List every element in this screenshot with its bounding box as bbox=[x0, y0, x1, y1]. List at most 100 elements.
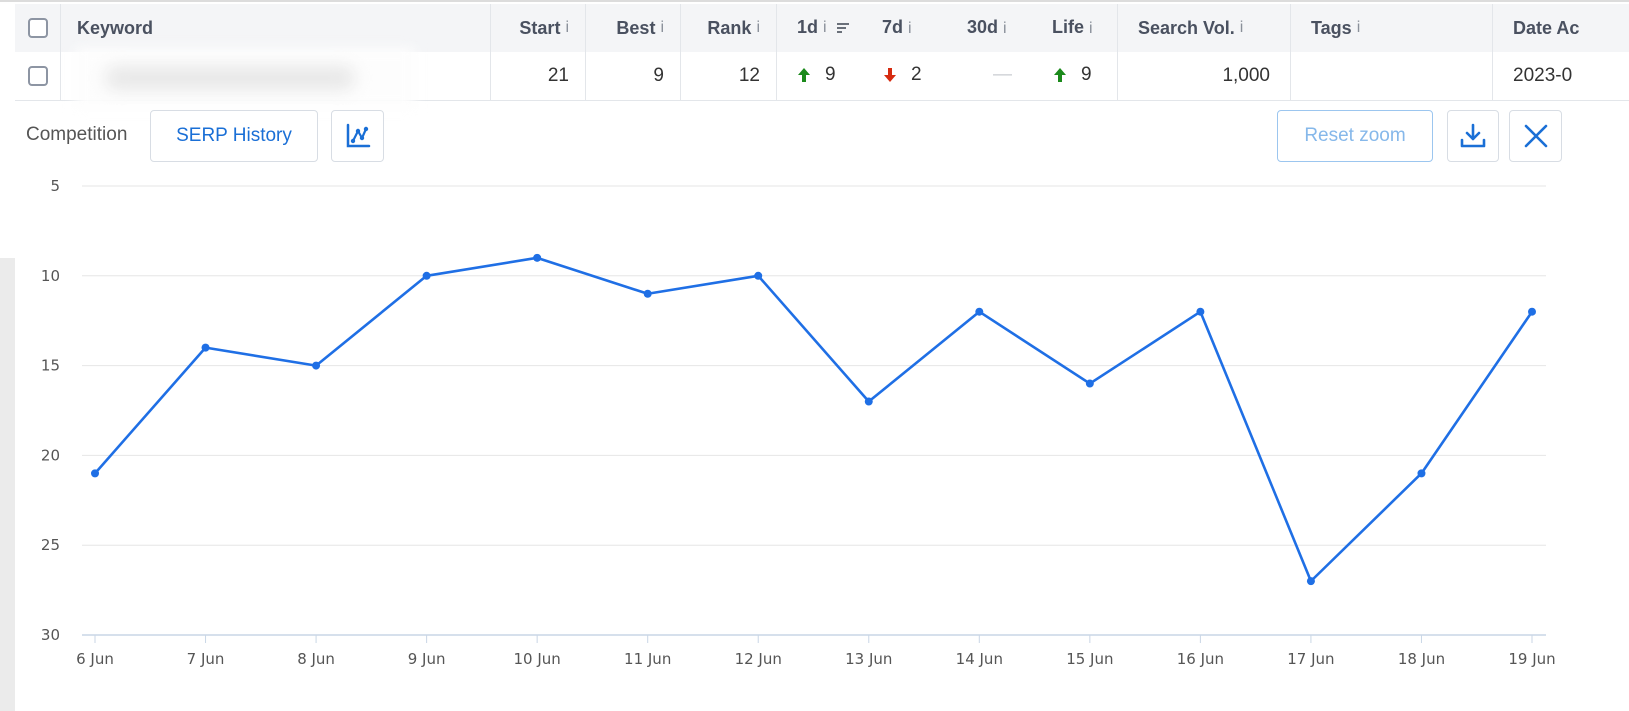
tags-cell[interactable] bbox=[1291, 52, 1493, 100]
data-point[interactable] bbox=[864, 397, 873, 406]
header-life[interactable]: Life i bbox=[1052, 17, 1093, 38]
x-tick-label: 17 Jun bbox=[1287, 650, 1334, 668]
x-tick-label: 7 Jun bbox=[187, 650, 225, 668]
header-7d[interactable]: 7d i bbox=[882, 17, 912, 38]
header-search-vol-label: Search Vol. bbox=[1138, 17, 1235, 38]
keyword-table: Keyword Start i Best i Rank i 1d i 7d i 30d i bbox=[15, 4, 1629, 108]
row-checkbox-cell bbox=[15, 52, 61, 100]
info-icon[interactable]: i bbox=[1089, 20, 1093, 37]
header-1d[interactable]: 1d i bbox=[797, 17, 849, 38]
table-header-row: Keyword Start i Best i Rank i 1d i 7d i 30d i bbox=[15, 4, 1629, 53]
data-point[interactable] bbox=[533, 253, 542, 262]
y-tick-label: 5 bbox=[50, 177, 60, 195]
select-all-checkbox[interactable] bbox=[27, 18, 48, 38]
data-point[interactable] bbox=[1528, 307, 1536, 316]
delta-1d-value: 9 bbox=[825, 64, 836, 85]
chart-line-icon bbox=[346, 123, 370, 148]
x-tick-label: 6 Jun bbox=[76, 650, 114, 668]
data-point[interactable] bbox=[754, 271, 763, 280]
x-tick-label: 13 Jun bbox=[845, 650, 892, 668]
header-7d-label: 7d bbox=[882, 17, 904, 37]
x-tick-label: 15 Jun bbox=[1066, 650, 1113, 668]
header-1d-label: 1d bbox=[797, 17, 819, 37]
data-point[interactable] bbox=[1085, 379, 1094, 388]
rank-line bbox=[94, 256, 1534, 583]
x-tick-label: 9 Jun bbox=[408, 650, 446, 668]
header-search-vol[interactable]: Search Vol. i bbox=[1118, 4, 1291, 52]
delta-1d: 9 bbox=[797, 64, 836, 86]
close-button[interactable] bbox=[1509, 110, 1562, 162]
delta-life-value: 9 bbox=[1081, 64, 1092, 85]
info-icon[interactable]: i bbox=[756, 19, 760, 37]
info-icon[interactable]: i bbox=[1357, 19, 1361, 37]
info-icon[interactable]: i bbox=[823, 19, 827, 37]
header-keyword-label: Keyword bbox=[77, 17, 154, 38]
header-30d-label: 30d bbox=[967, 17, 999, 37]
arrow-down-icon bbox=[884, 68, 896, 82]
x-tick-label: 10 Jun bbox=[514, 650, 561, 668]
data-point[interactable] bbox=[1417, 469, 1426, 478]
info-icon[interactable]: i bbox=[1003, 20, 1007, 37]
header-date-added[interactable]: Date Ac bbox=[1493, 4, 1629, 52]
header-start-label: Start bbox=[519, 17, 561, 38]
serp-history-button[interactable]: SERP History bbox=[150, 110, 318, 162]
keyword-redacted-text bbox=[105, 66, 355, 90]
x-tick-label: 19 Jun bbox=[1508, 650, 1555, 668]
header-life-label: Life bbox=[1052, 17, 1085, 37]
arrow-up-icon bbox=[798, 68, 810, 82]
delta-life: 9 bbox=[1053, 64, 1092, 86]
data-point[interactable] bbox=[643, 289, 652, 298]
header-best[interactable]: Best i bbox=[586, 4, 681, 52]
info-icon[interactable]: i bbox=[660, 19, 664, 37]
info-icon[interactable]: i bbox=[1240, 19, 1244, 37]
info-icon[interactable]: i bbox=[565, 19, 569, 37]
data-point[interactable] bbox=[312, 361, 321, 370]
header-checkbox-cell bbox=[15, 4, 61, 52]
x-tick-label: 18 Jun bbox=[1398, 650, 1445, 668]
arrow-up-icon bbox=[1054, 68, 1066, 82]
delta-7d: 2 bbox=[883, 64, 922, 86]
sort-icon[interactable] bbox=[836, 22, 849, 34]
data-point[interactable] bbox=[1306, 577, 1315, 586]
top-border bbox=[0, 0, 1629, 2]
data-point[interactable] bbox=[91, 469, 99, 478]
search-vol-cell: 1,000 bbox=[1118, 52, 1291, 100]
header-best-label: Best bbox=[616, 17, 656, 38]
reset-zoom-button[interactable]: Reset zoom bbox=[1277, 110, 1433, 162]
serp-history-chart[interactable]: 5 10 15 20 25 30 6 Jun 7 Jun 8 Jun 9 Jun 10 Jun 11 … bbox=[0, 170, 1629, 711]
delta-7d-value: 2 bbox=[911, 64, 922, 85]
header-start[interactable]: Start i bbox=[491, 4, 586, 52]
header-30d[interactable]: 30d i bbox=[967, 17, 1007, 38]
header-delta-group: 1d i 7d i 30d i Life i bbox=[777, 4, 1118, 52]
info-icon[interactable]: i bbox=[908, 20, 912, 37]
y-tick-label: 25 bbox=[41, 536, 60, 554]
date-added-cell: 2023-0 bbox=[1513, 65, 1573, 86]
data-point[interactable] bbox=[201, 343, 210, 352]
x-tick-label: 14 Jun bbox=[956, 650, 1003, 668]
start-cell: 21 bbox=[491, 52, 586, 100]
row-checkbox[interactable] bbox=[27, 66, 48, 86]
y-tick-label: 30 bbox=[41, 626, 60, 644]
x-tick-label: 8 Jun bbox=[297, 650, 335, 668]
rank-cell: 12 bbox=[681, 52, 777, 100]
delta-group-cell: 9 2 — 9 bbox=[777, 52, 1118, 100]
delta-30d: — bbox=[993, 64, 1012, 85]
x-tick-label: 16 Jun bbox=[1177, 650, 1224, 668]
header-keyword[interactable]: Keyword bbox=[61, 4, 491, 52]
y-tick-label: 20 bbox=[41, 446, 60, 464]
header-tags-label: Tags bbox=[1311, 17, 1352, 38]
y-tick-label: 15 bbox=[41, 357, 60, 375]
header-date-label: Date Ac bbox=[1513, 17, 1580, 38]
y-tick-label: 10 bbox=[41, 267, 60, 285]
header-rank-label: Rank bbox=[707, 17, 752, 38]
download-icon bbox=[1460, 123, 1486, 148]
competition-label: Competition bbox=[26, 124, 128, 145]
header-tags[interactable]: Tags i bbox=[1291, 4, 1493, 52]
chart-toggle-button[interactable] bbox=[331, 110, 384, 162]
data-point[interactable] bbox=[975, 307, 984, 316]
download-button[interactable] bbox=[1447, 110, 1499, 162]
header-rank[interactable]: Rank i bbox=[681, 4, 777, 52]
best-cell: 9 bbox=[586, 52, 681, 100]
data-point[interactable] bbox=[422, 271, 431, 280]
data-point[interactable] bbox=[1196, 307, 1205, 316]
